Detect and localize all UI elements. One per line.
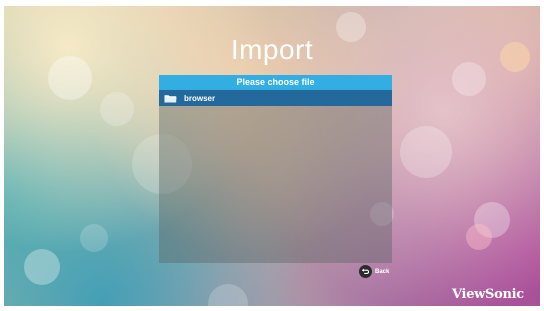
- back-button[interactable]: Back: [359, 265, 389, 278]
- panel-header: Please choose file: [159, 75, 392, 90]
- file-list-item[interactable]: browser: [159, 90, 392, 106]
- bokeh-decoration: [80, 224, 108, 252]
- file-list-item-label: browser: [184, 93, 216, 103]
- folder-icon: [164, 93, 178, 103]
- screen: Import Please choose file browser Back V…: [4, 6, 540, 306]
- bokeh-decoration: [474, 202, 510, 238]
- page-title: Import: [230, 34, 314, 65]
- brand-logo: ViewSonic: [452, 287, 524, 302]
- back-button-label: Back: [375, 268, 390, 275]
- file-chooser-panel: Please choose file browser: [159, 75, 392, 263]
- bokeh-decoration: [208, 284, 248, 306]
- bokeh-decoration: [400, 126, 452, 178]
- back-arrow-icon: [359, 265, 372, 278]
- bokeh-decoration: [24, 249, 60, 285]
- bokeh-decoration: [452, 62, 486, 96]
- bokeh-decoration: [100, 92, 134, 126]
- bokeh-decoration: [466, 224, 492, 250]
